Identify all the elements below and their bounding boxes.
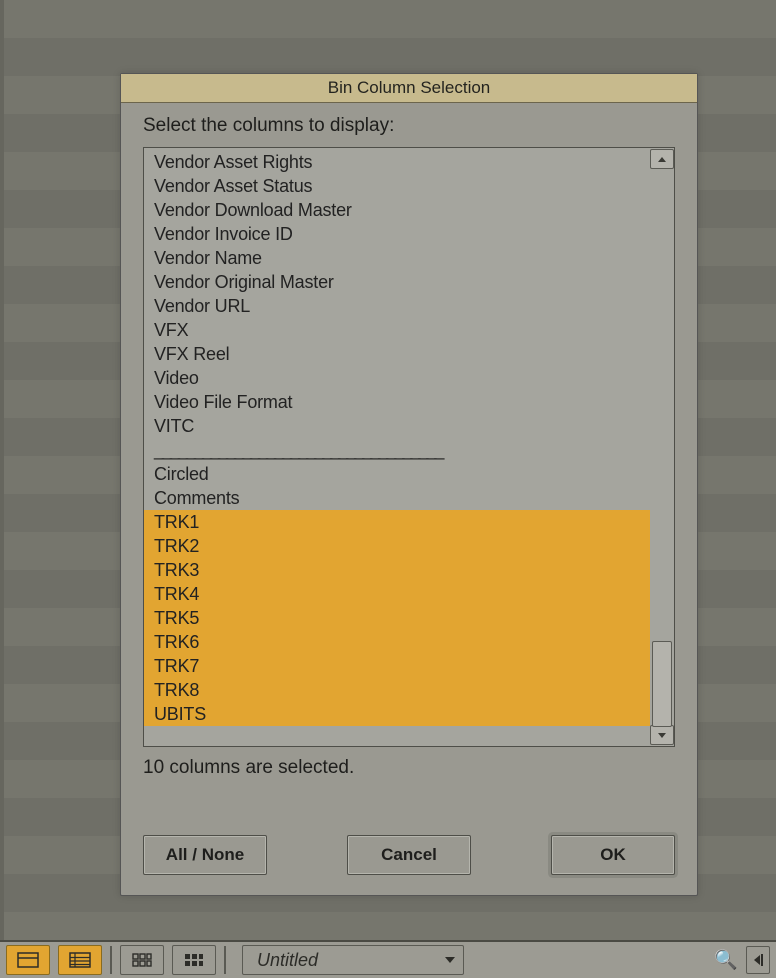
column-option[interactable]: TRK8	[144, 678, 650, 702]
scrollbar-thumb[interactable]	[652, 641, 672, 727]
dialog-body: Select the columns to display: Vendor As…	[121, 103, 697, 783]
column-option[interactable]: VITC	[144, 414, 650, 438]
column-option[interactable]: TRK2	[144, 534, 650, 558]
view-mode-grid-small-button[interactable]	[120, 945, 164, 975]
chevron-down-icon	[658, 733, 666, 738]
bin-tab[interactable]: Untitled	[242, 945, 464, 975]
scroll-down-button[interactable]	[650, 725, 674, 745]
column-option[interactable]: ____________________________________	[144, 438, 650, 462]
listbox-scrollbar	[650, 148, 674, 746]
column-list[interactable]: Vendor Asset RightsVendor Asset StatusVe…	[144, 148, 650, 746]
bottom-toolbar: Untitled 🔍	[0, 940, 776, 978]
view-mode-list-button[interactable]	[58, 945, 102, 975]
column-option[interactable]: Vendor Asset Status	[144, 174, 650, 198]
column-option[interactable]: TRK7	[144, 654, 650, 678]
column-option[interactable]: Video File Format	[144, 390, 650, 414]
view-grid-small-icon	[131, 952, 153, 968]
cancel-button[interactable]: Cancel	[347, 835, 471, 875]
column-option[interactable]: Circled	[144, 462, 650, 486]
scrollbar-track[interactable]	[652, 171, 672, 723]
toolbar-separator	[110, 946, 112, 974]
dialog-title: Bin Column Selection	[121, 74, 697, 103]
column-option[interactable]: TRK6	[144, 630, 650, 654]
column-option[interactable]: Vendor Download Master	[144, 198, 650, 222]
collapse-bar-icon	[761, 954, 763, 966]
chevron-up-icon	[658, 157, 666, 162]
search-icon: 🔍	[714, 948, 738, 972]
column-option[interactable]: Vendor URL	[144, 294, 650, 318]
toolbar-separator	[224, 946, 226, 974]
column-option[interactable]: Vendor Invoice ID	[144, 222, 650, 246]
column-option[interactable]: Comments	[144, 486, 650, 510]
dialog-instruction: Select the columns to display:	[143, 115, 675, 137]
column-option[interactable]: TRK3	[144, 558, 650, 582]
view-grid-large-icon	[183, 952, 205, 968]
column-option[interactable]: Video	[144, 366, 650, 390]
column-option[interactable]: TRK5	[144, 606, 650, 630]
column-option[interactable]: TRK1	[144, 510, 650, 534]
column-option[interactable]: VFX	[144, 318, 650, 342]
dialog-button-row: All / None Cancel OK	[121, 835, 697, 895]
column-option[interactable]: UBITS	[144, 702, 650, 726]
view-mode-split-button[interactable]	[6, 945, 50, 975]
all-none-button[interactable]: All / None	[143, 835, 267, 875]
view-list-icon	[69, 952, 91, 968]
bin-tab-label: Untitled	[257, 950, 318, 971]
column-option[interactable]: VFX Reel	[144, 342, 650, 366]
scroll-up-button[interactable]	[650, 149, 674, 169]
view-split-icon	[17, 952, 39, 968]
column-listbox: Vendor Asset RightsVendor Asset StatusVe…	[143, 147, 675, 747]
ok-button[interactable]: OK	[551, 835, 675, 875]
column-option[interactable]: Vendor Asset Rights	[144, 150, 650, 174]
column-option[interactable]: Vendor Original Master	[144, 270, 650, 294]
search-button[interactable]: 🔍	[714, 948, 738, 972]
bin-column-selection-dialog: Bin Column Selection Select the columns …	[120, 73, 698, 896]
view-mode-grid-large-button[interactable]	[172, 945, 216, 975]
column-option[interactable]: TRK4	[144, 582, 650, 606]
collapse-arrow-icon	[754, 955, 760, 965]
column-option[interactable]: Vendor Name	[144, 246, 650, 270]
selection-status: 10 columns are selected.	[143, 757, 675, 779]
collapse-panel-button[interactable]	[746, 946, 770, 974]
dropdown-arrow-icon	[445, 957, 455, 963]
